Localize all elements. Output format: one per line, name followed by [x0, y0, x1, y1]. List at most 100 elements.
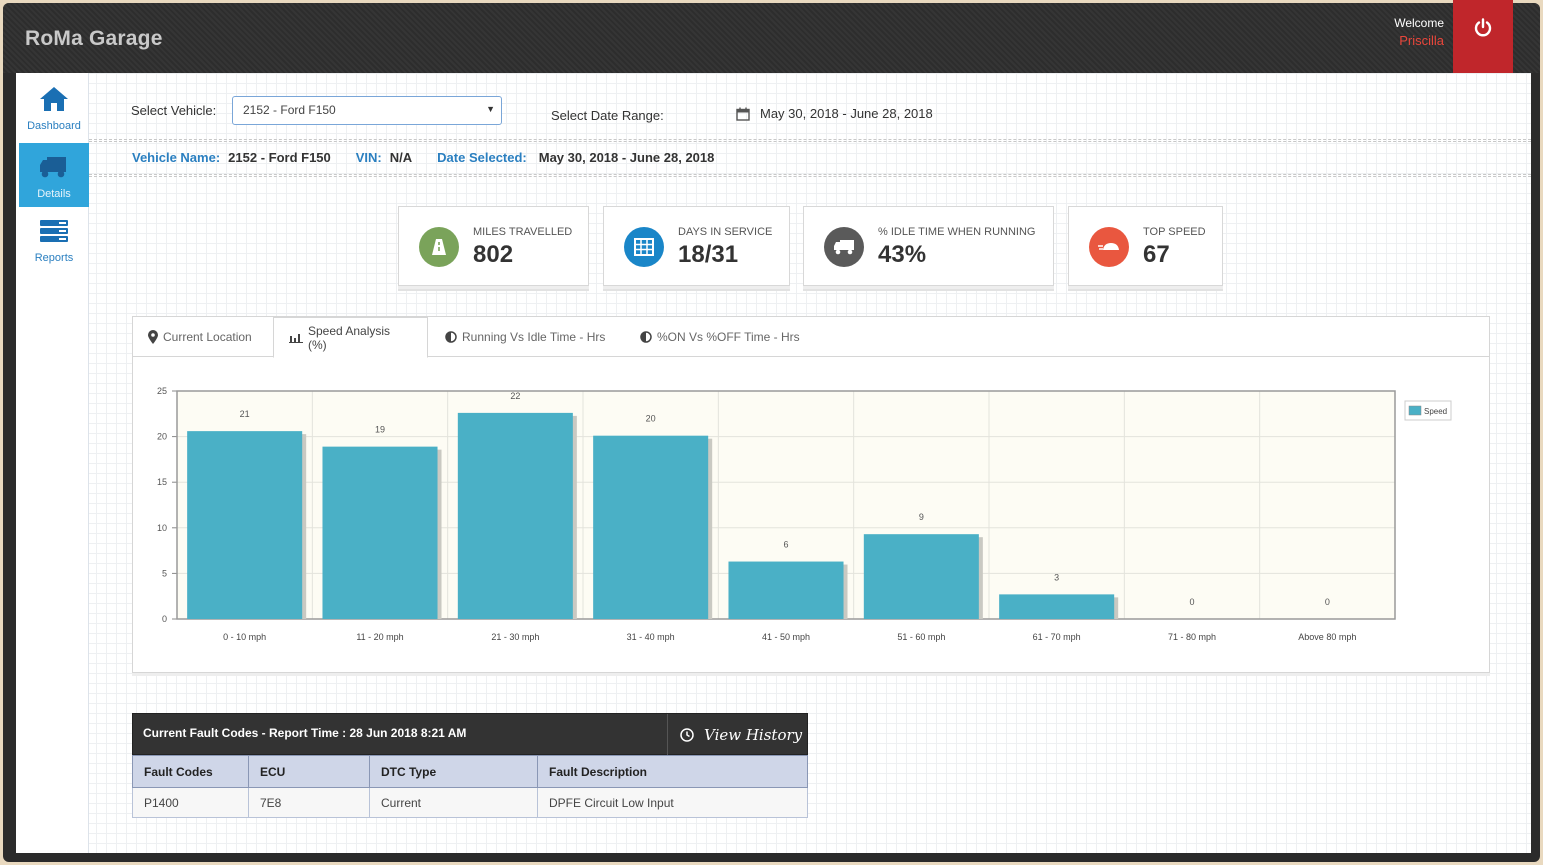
- view-history-button[interactable]: View History: [667, 714, 808, 755]
- date-selected-label: Date Selected:: [437, 150, 527, 165]
- sidebar-item-label: Dashboard: [27, 120, 81, 132]
- data-label: 21: [240, 409, 250, 419]
- y-tick-label: 15: [157, 477, 167, 487]
- chart-panel: Current Location Speed Analysis (%) Runn…: [132, 316, 1490, 673]
- table-row: P1400 7E8 Current DPFE Circuit Low Input: [132, 787, 808, 818]
- bar-chart-icon: [289, 334, 303, 343]
- tab-label: Speed Analysis (%): [308, 323, 391, 352]
- column-header: DTC Type: [369, 755, 538, 788]
- stat-title: TOP SPEED: [1143, 226, 1206, 238]
- truck-icon: [824, 227, 864, 267]
- stat-title: DAYS IN SERVICE: [678, 226, 773, 238]
- table-cell: P1400: [132, 787, 249, 818]
- fault-codes-panel: Current Fault Codes - Report Time : 28 J…: [132, 713, 808, 818]
- speed-bar-chart: 0 5 10 15 20 25 21 0 - 10 mph 19 11 - 20 mph 22 21 …: [157, 386, 1452, 642]
- x-tick-label: 51 - 60 mph: [897, 632, 945, 642]
- tab-label: Running Vs Idle Time - Hrs: [462, 330, 606, 344]
- column-header: Fault Codes: [132, 755, 249, 788]
- bar: [322, 446, 438, 619]
- view-history-label: View History: [704, 725, 803, 744]
- speed-car-icon: [1089, 227, 1129, 267]
- tab-current-location[interactable]: Current Location: [133, 317, 274, 357]
- x-tick-label: 61 - 70 mph: [1033, 632, 1081, 642]
- x-tick-label: 11 - 20 mph: [356, 632, 403, 642]
- stat-card-miles: MILES TRAVELLED 802: [398, 206, 589, 286]
- x-tick-label: 21 - 30 mph: [491, 632, 539, 642]
- sidebar-item-details[interactable]: Details: [19, 143, 89, 207]
- tab-label: Current Location: [163, 330, 252, 344]
- dropdown-arrow-icon: ▼: [486, 104, 495, 114]
- list-icon: [40, 220, 68, 242]
- tab-running-vs-idle[interactable]: Running Vs Idle Time - Hrs: [430, 317, 620, 357]
- brand-title: RoMa Garage: [25, 27, 163, 50]
- sidebar-item-dashboard[interactable]: Dashboard: [19, 83, 89, 147]
- stat-value: 67: [1143, 241, 1170, 268]
- y-tick-label: 0: [162, 614, 167, 624]
- stat-card-top-speed: TOP SPEED 67: [1068, 206, 1223, 286]
- data-label: 0: [1325, 597, 1330, 607]
- vehicle-name-value: 2152 - Ford F150: [228, 150, 331, 165]
- sidebar-item-reports[interactable]: Reports: [19, 213, 89, 277]
- stat-value: 18/31: [678, 241, 739, 268]
- date-range-picker[interactable]: May 30, 2018 - June 28, 2018: [736, 106, 933, 121]
- vehicle-select[interactable]: 2152 - Ford F150 ▼: [232, 96, 502, 125]
- data-label: 9: [919, 512, 924, 522]
- legend-label: Speed: [1424, 407, 1447, 416]
- half-circle-icon: [445, 331, 457, 343]
- data-label: 6: [783, 540, 788, 550]
- date-range-label: Select Date Range:: [551, 108, 664, 123]
- table-cell: DPFE Circuit Low Input: [537, 787, 808, 818]
- stat-card-days: DAYS IN SERVICE 18/31: [603, 206, 790, 286]
- fault-codes-header: Current Fault Codes - Report Time : 28 J…: [132, 713, 808, 755]
- fault-codes-table: Fault Codes ECU DTC Type Fault Descripti…: [132, 755, 808, 818]
- vin-value: N/A: [389, 150, 413, 165]
- y-tick-label: 10: [157, 523, 167, 533]
- bar: [187, 431, 303, 619]
- divider: [89, 139, 1531, 142]
- stat-value: 802: [473, 241, 514, 268]
- tab-label: %ON Vs %OFF Time - Hrs: [657, 330, 800, 344]
- tab-speed-analysis[interactable]: Speed Analysis (%): [273, 317, 428, 358]
- sidebar-item-label: Reports: [34, 252, 74, 264]
- home-icon: [40, 87, 68, 111]
- y-tick-label: 20: [157, 432, 167, 442]
- stat-title: % IDLE TIME WHEN RUNNING: [878, 226, 1036, 238]
- bar: [728, 561, 844, 619]
- bar: [999, 594, 1115, 619]
- bar: [863, 534, 979, 619]
- tab-bar: Current Location Speed Analysis (%) Runn…: [133, 317, 1489, 358]
- vin-label: VIN:: [355, 150, 382, 165]
- data-label: 22: [510, 391, 520, 401]
- app-frame: RoMa Garage Welcome Priscilla Dashboard: [3, 0, 1540, 862]
- table-cell: 7E8: [248, 787, 370, 818]
- power-icon: [1474, 18, 1492, 37]
- bar: [593, 435, 709, 619]
- vehicle-select-label: Select Vehicle:: [131, 103, 217, 118]
- vehicle-select-value: 2152 - Ford F150: [243, 103, 336, 117]
- user-name[interactable]: Priscilla: [1394, 33, 1444, 48]
- data-label: 3: [1054, 572, 1059, 582]
- data-label: 20: [646, 414, 656, 424]
- data-label: 0: [1189, 597, 1194, 607]
- half-circle-icon: [640, 331, 652, 343]
- clock-icon: [680, 727, 694, 742]
- map-marker-icon: [148, 330, 158, 344]
- table-cell: Current: [369, 787, 538, 818]
- x-tick-label: 41 - 50 mph: [762, 632, 810, 642]
- welcome-label: Welcome: [1394, 16, 1444, 30]
- column-header: ECU: [248, 755, 370, 788]
- legend-swatch: [1408, 405, 1422, 416]
- truck-icon: [40, 157, 66, 178]
- fault-codes-title: Current Fault Codes - Report Time : 28 J…: [143, 726, 467, 740]
- vehicle-name-label: Vehicle Name:: [132, 150, 221, 165]
- tab-on-vs-off[interactable]: %ON Vs %OFF Time - Hrs: [625, 317, 815, 357]
- table-header-row: Fault Codes ECU DTC Type Fault Descripti…: [132, 755, 808, 788]
- sidebar-item-label: Details: [37, 188, 71, 200]
- divider: [89, 174, 1531, 177]
- main-content: Dashboard Details Reports Select Vehicle…: [16, 73, 1531, 853]
- column-header: Fault Description: [537, 755, 808, 788]
- stat-value: 43%: [878, 241, 927, 268]
- date-range-value: May 30, 2018 - June 28, 2018: [760, 106, 933, 121]
- vehicle-info-bar: Vehicle Name: 2152 - Ford F150 VIN: N/A …: [132, 150, 714, 165]
- x-tick-label: Above 80 mph: [1298, 632, 1356, 642]
